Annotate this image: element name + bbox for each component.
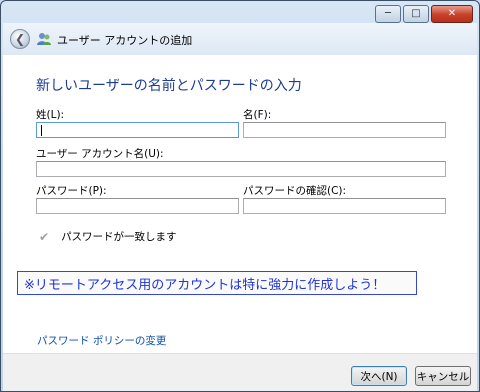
dialog-window: ─ □ ✕ ❮ ユーザー アカウントの追加 新しいユーザーの名前とパスワードの入…	[0, 0, 480, 392]
last-name-label: 姓(L):	[36, 109, 65, 121]
back-arrow-icon: ❮	[14, 32, 26, 46]
back-button[interactable]: ❮	[10, 29, 30, 49]
confirm-password-field[interactable]	[243, 198, 446, 214]
confirm-password-label: パスワードの確認(C):	[243, 185, 347, 197]
password-policy-link[interactable]: パスワード ポリシーの変更	[37, 333, 166, 348]
account-name-field[interactable]	[36, 161, 446, 177]
annotation-notice: ※リモートアクセス用のアカウントは特に強力に作成しよう！	[17, 271, 417, 295]
first-name-field[interactable]	[243, 122, 446, 138]
cancel-button[interactable]: キャンセル	[415, 366, 471, 386]
close-icon: ✕	[447, 8, 457, 19]
last-name-field[interactable]	[36, 122, 239, 138]
window-controls: ─ □ ✕	[375, 5, 473, 23]
first-name-label: 名(F):	[243, 109, 272, 121]
footer-bar: 次へ(N) キャンセル	[3, 353, 477, 391]
header-bar: ❮ ユーザー アカウントの追加	[3, 23, 477, 55]
next-button[interactable]: 次へ(N)	[351, 366, 407, 386]
checkmark-icon: ✔	[39, 229, 50, 244]
maximize-button[interactable]: □	[403, 5, 429, 23]
password-match-text: パスワードが一致します	[61, 231, 177, 243]
text-caret	[41, 125, 42, 136]
account-name-label: ユーザー アカウント名(U):	[36, 148, 164, 160]
maximize-icon: □	[411, 8, 421, 19]
window-title: ユーザー アカウントの追加	[57, 34, 193, 47]
user-accounts-icon	[36, 31, 52, 47]
minimize-icon: ─	[384, 8, 392, 19]
password-label: パスワード(P):	[36, 185, 107, 197]
content-area: 新しいユーザーの名前とパスワードの入力 姓(L): 名(F): ユーザー アカウ…	[3, 55, 477, 353]
password-field[interactable]	[36, 198, 239, 214]
password-match-indicator: ✔ パスワードが一致します	[39, 229, 177, 244]
page-title: 新しいユーザーの名前とパスワードの入力	[36, 78, 302, 94]
close-button[interactable]: ✕	[431, 5, 473, 23]
minimize-button[interactable]: ─	[375, 5, 401, 23]
